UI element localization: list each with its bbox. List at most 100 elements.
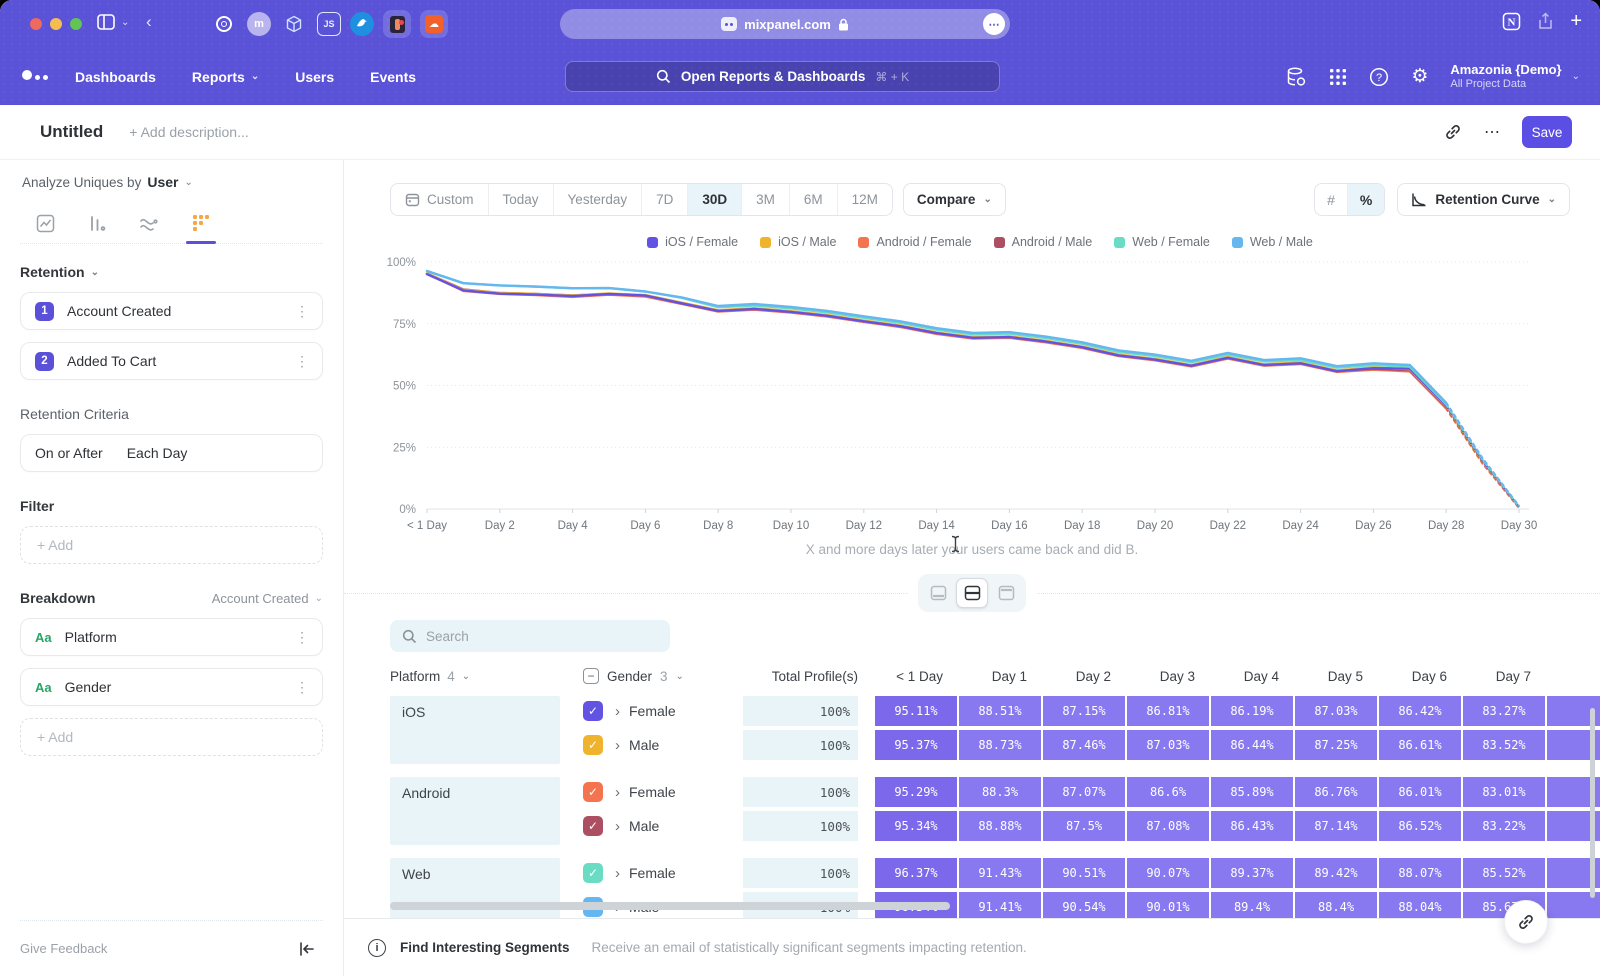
mixpanel-logo-icon[interactable]: [22, 70, 48, 80]
expand-chevron-icon[interactable]: ›: [615, 865, 620, 882]
m-extension-icon[interactable]: m: [247, 12, 271, 36]
expand-chevron-icon[interactable]: ›: [615, 818, 620, 835]
retention-value-cell[interactable]: 86.42%: [1379, 696, 1461, 726]
retention-value-cell[interactable]: 83.27%: [1463, 696, 1545, 726]
retention-value-cell[interactable]: 89.4%: [1211, 892, 1293, 918]
day-column-header[interactable]: Day 2: [1043, 669, 1125, 684]
retention-value-cell[interactable]: 86.44%: [1211, 730, 1293, 760]
retention-value-cell[interactable]: 87.46%: [1043, 730, 1125, 760]
chart-view-dropdown[interactable]: Retention Curve ⌄: [1397, 183, 1570, 216]
range-custom[interactable]: Custom: [391, 184, 489, 215]
settings-gear-icon[interactable]: ⚙: [1411, 65, 1428, 88]
retention-value-cell[interactable]: 88.4%: [1295, 892, 1377, 918]
legend-item[interactable]: Android / Female: [858, 235, 971, 249]
retention-value-cell[interactable]: 91.41%: [959, 892, 1041, 918]
expand-chevron-icon[interactable]: ›: [615, 703, 620, 720]
retention-value-cell[interactable]: 86.19%: [1211, 696, 1293, 726]
apps-grid-icon[interactable]: [1329, 68, 1347, 86]
close-window-button[interactable]: [30, 18, 42, 30]
breakdown-options-icon[interactable]: ⋮: [295, 679, 310, 696]
mode-absolute[interactable]: #: [1315, 184, 1348, 215]
retention-value-cell[interactable]: 95.11%: [875, 696, 957, 726]
retention-value-cell[interactable]: 86.01%: [1379, 777, 1461, 807]
series-checkbox[interactable]: ✓: [583, 735, 603, 755]
series-line-web-male[interactable]: [427, 271, 1446, 403]
share-icon[interactable]: [1537, 12, 1554, 31]
report-description-placeholder[interactable]: + Add description...: [129, 124, 248, 140]
retention-value-cell[interactable]: 89.42%: [1295, 858, 1377, 888]
expand-chevron-icon[interactable]: ›: [615, 737, 620, 754]
table-search-input[interactable]: Search: [390, 620, 670, 652]
retention-value-cell[interactable]: 86.61%: [1379, 730, 1461, 760]
tab-funnels[interactable]: [84, 214, 110, 233]
retention-value-cell[interactable]: 87.5%: [1043, 811, 1125, 841]
horizontal-scrollbar[interactable]: [390, 902, 950, 910]
series-line-android-female[interactable]: [427, 274, 1446, 409]
sidebar-toggle-icon[interactable]: ⌄: [96, 12, 129, 32]
day-column-header[interactable]: Day 4: [1211, 669, 1293, 684]
retention-value-cell[interactable]: 89.37%: [1211, 858, 1293, 888]
day-column-header[interactable]: Day 6: [1379, 669, 1461, 684]
criteria-on-or-after[interactable]: On or After: [35, 445, 103, 461]
retention-value-cell[interactable]: 96.37%: [875, 858, 957, 888]
target-extension-icon[interactable]: [210, 10, 238, 38]
js-extension-icon[interactable]: JS: [317, 12, 341, 36]
save-button[interactable]: Save: [1522, 116, 1572, 148]
range-12m[interactable]: 12M: [838, 184, 892, 215]
layout-split-button[interactable]: [956, 578, 988, 608]
url-bar[interactable]: mixpanel.com ⋯: [560, 9, 1010, 39]
retention-value-cell[interactable]: 83.22%: [1463, 811, 1545, 841]
data-management-icon[interactable]: [1285, 66, 1307, 88]
range-30d[interactable]: 30D: [688, 184, 742, 215]
give-feedback-link[interactable]: Give Feedback: [20, 941, 107, 956]
retention-value-cell[interactable]: 83.01%: [1463, 777, 1545, 807]
retention-value-cell[interactable]: 95.29%: [875, 777, 957, 807]
retention-value-cell[interactable]: 88.51%: [959, 696, 1041, 726]
retention-value-cell[interactable]: 86.81%: [1127, 696, 1209, 726]
retention-value-cell[interactable]: 87.03%: [1127, 730, 1209, 760]
retention-value-cell[interactable]: 95.34%: [875, 811, 957, 841]
range-6m[interactable]: 6M: [790, 184, 838, 215]
add-breakdown-button[interactable]: + Add: [20, 718, 323, 756]
range-today[interactable]: Today: [489, 184, 554, 215]
retention-value-cell[interactable]: 85.52%: [1463, 858, 1545, 888]
retention-value-cell[interactable]: 87.25%: [1295, 730, 1377, 760]
retention-step-card[interactable]: 1Account Created⋮: [20, 292, 323, 330]
cube-extension-icon[interactable]: [280, 10, 308, 38]
range-yesterday[interactable]: Yesterday: [554, 184, 643, 215]
retention-value-cell[interactable]: 86.76%: [1295, 777, 1377, 807]
retention-value-cell[interactable]: 87.03%: [1295, 696, 1377, 726]
layout-chart-only-button[interactable]: [922, 578, 954, 608]
day-column-header[interactable]: Day 3: [1127, 669, 1209, 684]
breakdown-card-platform[interactable]: AaPlatform⋮: [20, 618, 323, 656]
column-platform[interactable]: Platform 4 ⌄: [390, 669, 560, 684]
collapse-sidebar-icon[interactable]: [299, 942, 315, 956]
retention-value-cell[interactable]: 87.08%: [1127, 811, 1209, 841]
column-gender[interactable]: − Gender 3 ⌄: [565, 668, 743, 684]
tab-flows[interactable]: [136, 214, 162, 233]
series-line-ios-male[interactable]: [427, 273, 1446, 406]
segments-title[interactable]: Find Interesting Segments: [400, 940, 570, 955]
mode-percent[interactable]: %: [1348, 184, 1384, 215]
retention-step-card[interactable]: 2Added To Cart⋮: [20, 342, 323, 380]
retention-value-cell[interactable]: 95.37%: [875, 730, 957, 760]
notion-icon[interactable]: N: [1502, 12, 1521, 31]
retention-value-cell[interactable]: 86.43%: [1211, 811, 1293, 841]
project-switcher[interactable]: Amazonia {Demo} All Project Data ⌄: [1450, 62, 1580, 92]
layout-table-only-button[interactable]: [990, 578, 1022, 608]
analyze-value[interactable]: User: [147, 174, 178, 190]
retention-value-cell[interactable]: 86.52%: [1379, 811, 1461, 841]
series-checkbox[interactable]: ✓: [583, 863, 603, 883]
minimize-window-button[interactable]: [50, 18, 62, 30]
retention-value-cell[interactable]: 83.52%: [1463, 730, 1545, 760]
day-column-header[interactable]: Day 5: [1295, 669, 1377, 684]
copy-link-icon[interactable]: [1444, 123, 1462, 141]
analyze-uniques-by[interactable]: Analyze Uniques by User ⌄: [20, 174, 323, 190]
series-line-web-male[interactable]: [1446, 403, 1519, 506]
retention-value-cell[interactable]: 88.07%: [1379, 858, 1461, 888]
nav-item-users[interactable]: Users: [295, 69, 334, 85]
tab-insights[interactable]: [32, 214, 58, 233]
series-checkbox[interactable]: ✓: [583, 782, 603, 802]
criteria-each-day[interactable]: Each Day: [127, 445, 188, 461]
nav-item-dashboards[interactable]: Dashboards: [75, 69, 156, 85]
